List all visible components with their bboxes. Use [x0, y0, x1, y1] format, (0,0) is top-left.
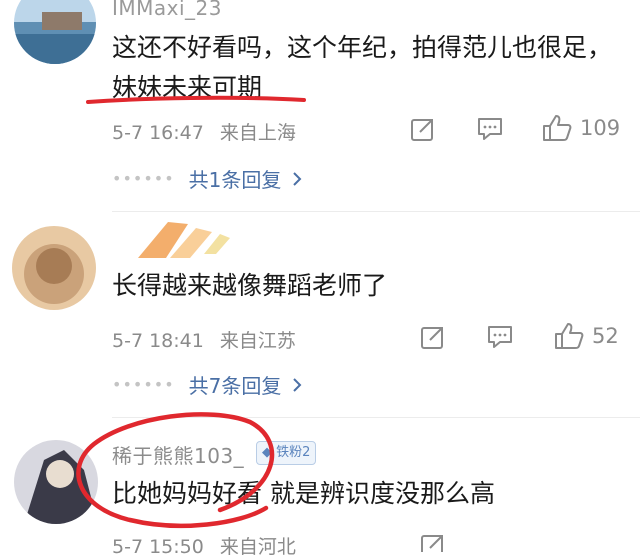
comment-item-2: 长得越来越像舞蹈老师了 5-7 18:41 来自江苏 52 •••••• 共7条… [0, 212, 640, 418]
like-count: 52 [592, 324, 619, 348]
share-icon [421, 535, 443, 552]
replies-row: •••••• 共1条回复 [112, 164, 305, 193]
thumbs-up-icon [555, 323, 584, 349]
like-button[interactable]: 52 [554, 322, 619, 350]
red-underline-annotation [86, 95, 306, 104]
comment-icon [488, 326, 512, 348]
avatar[interactable] [14, 0, 96, 64]
chevron-right-icon[interactable] [289, 170, 305, 188]
comment-location: 来自上海 [219, 122, 296, 144]
replies-row: •••••• 共7条回复 [112, 370, 305, 399]
comment-text: 长得越来越像舞蹈老师了 [112, 266, 632, 306]
share-icon [411, 119, 433, 141]
comment-text-part: 就是辨识度没那么高 [262, 479, 495, 508]
comment-time: 5-7 16:47 [112, 122, 204, 144]
comment-time: 5-7 15:50 [112, 536, 204, 558]
chevron-right-icon[interactable] [289, 376, 305, 394]
like-count: 109 [580, 116, 621, 140]
like-button[interactable]: 109 [542, 114, 620, 142]
share-icon [421, 327, 443, 349]
comment-icon [478, 118, 502, 140]
username-blurred [138, 222, 230, 258]
view-replies-link[interactable]: 共7条回复 [189, 370, 282, 399]
comment-item-3: 稀于熊熊103_ ◆ 铁粉2 比她妈妈好看 就是辨识度没那么高 5-7 15:5… [0, 412, 640, 558]
avatar-image [14, 0, 96, 64]
comment-time: 5-7 18:41 [112, 330, 204, 352]
share-button[interactable] [420, 532, 446, 552]
reply-divider-dots: •••••• [112, 375, 175, 394]
share-button[interactable] [410, 116, 436, 142]
comment-text-line: 这还不好看吗，这个年纪，拍得范儿也很足， [112, 33, 613, 62]
comment-meta: 5-7 15:50 来自河北 [112, 532, 296, 559]
comment-button[interactable] [476, 116, 504, 142]
comment-location: 来自河北 [219, 536, 296, 558]
thumbs-up-icon [543, 115, 572, 141]
comment-text-line: 长得越来越像舞蹈老师了 [112, 271, 388, 300]
comment-item-1: IMMaxi_23 这还不好看吗，这个年纪，拍得范儿也很足， 妹妹未来可期 5-… [0, 0, 640, 212]
comment-meta: 5-7 18:41 来自江苏 [112, 326, 296, 353]
comment-button[interactable] [486, 324, 514, 350]
red-circle-annotation [76, 412, 275, 529]
comment-meta: 5-7 16:47 来自上海 [112, 118, 296, 145]
share-button[interactable] [420, 324, 446, 350]
view-replies-link[interactable]: 共1条回复 [189, 164, 282, 193]
avatar-image [12, 226, 96, 310]
comment-location: 来自江苏 [219, 330, 296, 352]
avatar[interactable] [12, 226, 96, 310]
username[interactable]: IMMaxi_23 [112, 0, 222, 20]
reply-divider-dots: •••••• [112, 169, 175, 188]
